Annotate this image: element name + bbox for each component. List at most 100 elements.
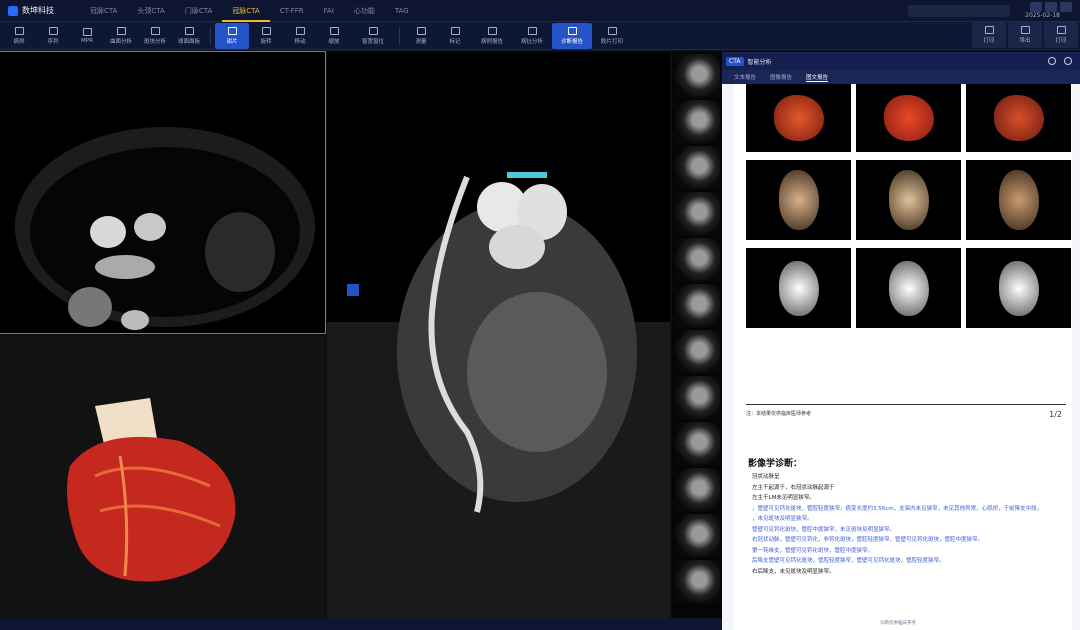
diagnosis-line: 第一钝缘支，管壁可见钙化斑块，管腔中度狭窄。 — [752, 547, 874, 554]
tool-curved-button[interactable]: 曲面分析 — [104, 23, 138, 49]
tool-mark-button[interactable]: 标记 — [438, 23, 472, 49]
cross-section-thumb[interactable] — [674, 192, 720, 236]
lesion-icon — [527, 26, 537, 35]
tool-series-button[interactable]: 序列 — [36, 23, 70, 49]
module-tabs: 冠脉CTA 头颈CTA 门脉CTA 冠脉CTA CT-FFR FAI 心功能 T… — [80, 0, 419, 22]
heart-3d-render — [0, 336, 325, 618]
report-image[interactable] — [966, 248, 1071, 328]
tool-mpr-button[interactable]: MPR — [70, 23, 104, 49]
curved-mpr-image — [327, 52, 670, 618]
report-panel-title: 智能分析 — [747, 58, 772, 66]
mpr-icon — [82, 27, 92, 36]
curved-icon — [116, 26, 126, 35]
tab-module-1[interactable]: 冠脉CTA — [80, 0, 127, 22]
top-search-box[interactable] — [908, 5, 1010, 17]
tool-case-report-button[interactable]: 病例报告 — [472, 23, 512, 49]
send-icon[interactable] — [1048, 57, 1056, 65]
report-footer: 诊断仅供临床参考 — [880, 621, 916, 626]
print-button[interactable]: 打印 — [972, 22, 1006, 48]
cross-section-thumb[interactable] — [674, 330, 720, 374]
cross-section-strip[interactable] — [672, 52, 722, 618]
tab-text-report[interactable]: 文本报告 — [734, 73, 756, 81]
axial-ct-image — [0, 52, 325, 330]
tool-window-button[interactable]: 窗宽窗位 — [351, 23, 395, 49]
window-level-icon — [368, 26, 378, 35]
print-icon — [984, 26, 994, 34]
report-image[interactable] — [746, 84, 851, 152]
axial-viewport[interactable] — [0, 51, 326, 334]
diagnosis-line: 左主干LM未见明显狭窄。 — [752, 495, 815, 501]
report-image-grid — [746, 84, 1071, 328]
curved-mpr-viewport[interactable] — [327, 52, 670, 618]
tab-module-3[interactable]: 门脉CTA — [175, 0, 222, 22]
toolbar-divider — [210, 26, 211, 45]
tab-image-report[interactable]: 图像报告 — [770, 73, 792, 81]
cta-badge: CTA — [726, 56, 744, 66]
measure-icon — [416, 26, 426, 35]
tool-pan-button[interactable]: 移动 — [283, 23, 317, 49]
tool-slice-button[interactable]: 钳片 — [215, 22, 249, 49]
minimize-icon[interactable] — [1030, 2, 1042, 12]
report-panel-header: CTA 智能分析 — [722, 52, 1080, 70]
cross-section-thumb[interactable] — [674, 560, 720, 604]
tab-module-7[interactable]: 心功能 — [344, 0, 385, 22]
maximize-icon[interactable] — [1045, 2, 1057, 12]
diagnosis-line: 后降支管壁可见钙化斑块，管腔轻度狭窄，管壁可见钙化斑块，管腔轻度狭窄。 — [752, 558, 945, 564]
tab-graphic-report[interactable]: 图文报告 — [806, 73, 829, 82]
toolbar-divider — [399, 26, 400, 45]
diagnosis-line: ，管壁可见钙化斑块，管腔轻度狭窄，病变长度约3.56cm，支架内未见狭窄，未见其… — [752, 505, 1043, 512]
rotate-icon — [261, 26, 271, 35]
tool-diagnosis-report-button[interactable]: 诊断报告 — [552, 22, 592, 49]
title-bar: 数坤科技 冠脉CTA 头颈CTA 门脉CTA 冠脉CTA CT-FFR FAI … — [0, 0, 1080, 22]
report-image[interactable] — [856, 248, 961, 328]
print-icon — [1056, 26, 1066, 34]
tool-measure-button[interactable]: 测量 — [404, 23, 438, 49]
tool-film-print-button[interactable]: 胶片打印 — [592, 23, 632, 49]
report-page: 注：本结果仅供临床医师参考 1/2 影像学诊断： 冠状动脉呈 左主干起源于，右冠… — [734, 84, 1072, 630]
report-image[interactable] — [856, 160, 961, 240]
logo-text: 数坤科技 — [22, 6, 54, 15]
cross-section-thumb[interactable] — [674, 54, 720, 98]
tab-module-2[interactable]: 头颈CTA — [127, 0, 174, 22]
vr-3d-viewport[interactable] — [0, 336, 325, 618]
report-image[interactable] — [966, 84, 1071, 152]
cross-section-thumb[interactable] — [674, 284, 720, 328]
cross-section-thumb[interactable] — [674, 376, 720, 420]
report-image[interactable] — [746, 160, 851, 240]
tab-module-8[interactable]: TAG — [385, 0, 419, 22]
tab-module-6[interactable]: FAI — [314, 0, 344, 22]
case-icon — [14, 26, 24, 35]
print-2-button[interactable]: 打印 — [1044, 22, 1078, 48]
status-bar — [0, 618, 722, 630]
cross-section-thumb[interactable] — [674, 146, 720, 190]
report-tabs: 文本报告 图像报告 图文报告 — [722, 70, 1080, 84]
diagnosis-text: 冠状动脉呈 左主干起源于，右冠状动脉起源于 左主干LM未见明显狭窄。 ，管壁可见… — [752, 472, 1068, 577]
tool-zoom-button[interactable]: 缩放 — [317, 23, 351, 49]
cross-section-thumb[interactable] — [674, 422, 720, 466]
plaque-icon — [150, 26, 160, 35]
cross-section-thumb[interactable] — [674, 514, 720, 558]
report-image[interactable] — [746, 248, 851, 328]
tool-plaque-button[interactable]: 斑块分析 — [138, 23, 172, 49]
window-controls — [1030, 2, 1072, 12]
date-display: 2025-02-18 — [1025, 12, 1060, 19]
pan-icon — [295, 26, 305, 35]
tab-module-4[interactable]: 冠脉CTA — [222, 0, 270, 22]
tool-rotate-button[interactable]: 旋转 — [249, 23, 283, 49]
page-indicator: 1/2 — [1049, 410, 1062, 419]
tool-lesion-button[interactable]: 病灶分析 — [512, 23, 552, 49]
tool-panel-button[interactable]: 球面面板 — [172, 23, 206, 49]
cross-section-thumb[interactable] — [674, 468, 720, 512]
tool-case-button[interactable]: 病例 — [2, 23, 36, 49]
report-image[interactable] — [966, 160, 1071, 240]
cross-section-thumb[interactable] — [674, 238, 720, 282]
diagnosis-line: 管壁可见钙化斑块，管腔中度狭窄，未见斑块及明显狭窄。 — [752, 526, 896, 533]
logo-mark-icon — [8, 5, 18, 16]
diagnosis-line: 右后降支，未见斑块及明显狭窄。 — [752, 568, 835, 575]
export-button[interactable]: 导出 — [1008, 22, 1042, 48]
settings-icon[interactable] — [1064, 57, 1072, 65]
tab-module-5[interactable]: CT-FFR — [270, 0, 314, 22]
cross-section-thumb[interactable] — [674, 100, 720, 144]
report-image[interactable] — [856, 84, 961, 152]
close-icon[interactable] — [1060, 2, 1072, 12]
